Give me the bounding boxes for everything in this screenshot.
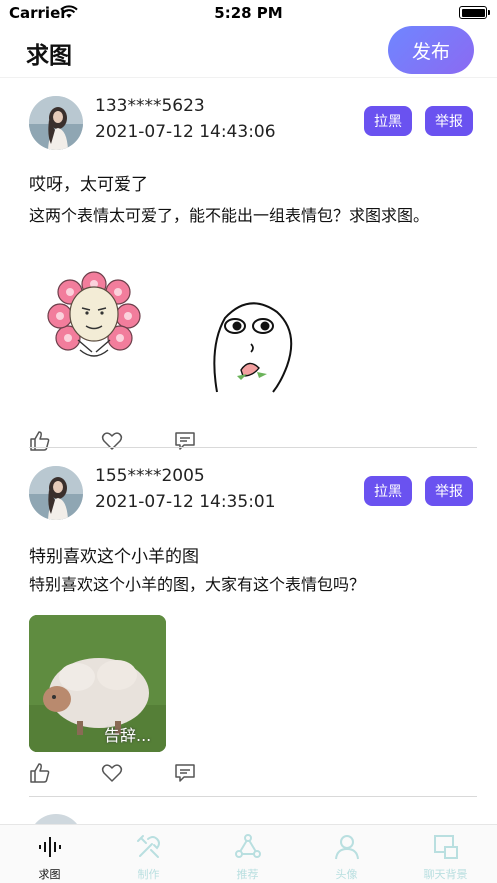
tab-avatar[interactable]: 头像 — [297, 825, 396, 883]
tab-request[interactable]: 求图 — [0, 825, 99, 883]
post-body: 特别喜欢这个小羊的图，大家有这个表情包吗？ — [29, 575, 366, 594]
navigation-bar: 求图 发布 — [0, 26, 497, 78]
background-icon — [434, 835, 458, 859]
username: 133****5623 — [95, 96, 205, 116]
block-button[interactable]: 拉黑 — [364, 106, 412, 136]
tab-label: 推荐 — [236, 868, 259, 881]
post-time: 2021-07-12 14:43:06 — [95, 122, 276, 142]
voice-icon — [39, 837, 61, 857]
battery-icon — [459, 6, 490, 19]
block-button[interactable]: 拉黑 — [364, 476, 412, 506]
post-actions — [29, 430, 229, 454]
tab-chat-background[interactable]: 聊天背景 — [396, 825, 495, 883]
tab-label: 头像 — [335, 868, 358, 881]
sticker-image-blob[interactable] — [207, 296, 297, 396]
publish-button[interactable]: 发布 — [388, 26, 474, 74]
comment-icon[interactable] — [174, 762, 196, 784]
post-image-sheep[interactable]: 告辞... — [29, 615, 166, 752]
post-body: 这两个表情太可爱了，能不能出一组表情包？求图求图。 — [29, 206, 430, 225]
tab-recommend[interactable]: 推荐 — [198, 825, 297, 883]
username: 155****2005 — [95, 466, 205, 486]
avatar[interactable] — [29, 814, 83, 824]
person-icon — [335, 835, 359, 860]
share-icon — [235, 834, 261, 858]
post-divider — [29, 796, 477, 797]
image-caption: 告辞... — [104, 726, 152, 745]
avatar[interactable] — [29, 96, 83, 150]
tab-make[interactable]: 制作 — [99, 825, 198, 883]
post-title: 哎呀，太可爱了 — [29, 175, 148, 195]
tab-label: 制作 — [137, 868, 160, 881]
like-icon[interactable] — [29, 430, 51, 452]
avatar-photo — [29, 466, 83, 520]
post-title: 特别喜欢这个小羊的图 — [29, 547, 199, 567]
heart-icon[interactable] — [101, 762, 123, 784]
avatar[interactable] — [29, 466, 83, 520]
tab-label: 求图 — [38, 868, 61, 881]
post-feed[interactable]: 133****5623 2021-07-12 14:43:06 拉黑 举报 哎呀… — [0, 79, 497, 824]
post-divider — [29, 447, 477, 448]
status-bar: Carrier 5:28 PM — [0, 0, 497, 26]
report-button[interactable]: 举报 — [425, 106, 473, 136]
post-time: 2021-07-12 14:35:01 — [95, 492, 276, 512]
post-card: 155****2005 2021-07-12 14:35:01 拉黑 举报 特别… — [29, 466, 477, 818]
post-card-partial — [29, 814, 477, 824]
report-button[interactable]: 举报 — [425, 476, 473, 506]
post-card: 133****5623 2021-07-12 14:43:06 拉黑 举报 哎呀… — [29, 96, 477, 451]
tab-bar: 求图 制作 推荐 头像 聊天背景 — [0, 824, 497, 883]
sticker-image-flower[interactable] — [44, 270, 144, 368]
post-actions — [29, 762, 229, 786]
avatar-photo — [29, 96, 83, 150]
tools-icon — [137, 835, 160, 858]
heart-icon[interactable] — [101, 430, 123, 452]
clock: 5:28 PM — [214, 4, 283, 22]
page-title: 求图 — [26, 43, 72, 69]
tab-label: 聊天背景 — [423, 868, 468, 881]
like-icon[interactable] — [29, 762, 51, 784]
comment-icon[interactable] — [174, 430, 196, 452]
